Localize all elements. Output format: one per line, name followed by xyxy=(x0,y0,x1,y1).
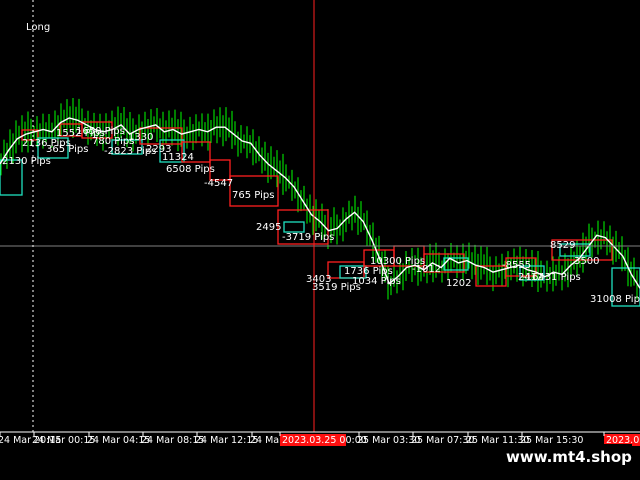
x-tick-label: 24 Mar 12:15 xyxy=(195,435,258,446)
trade-box-down xyxy=(283,221,305,233)
pip-label: 6508 Pips xyxy=(166,164,215,175)
x-tick-label: 25 Mar 07:30 xyxy=(411,435,474,446)
pip-label: 765 Pips xyxy=(232,190,274,201)
x-tick-label: 2023.03.25 00:00 xyxy=(282,435,367,446)
chart-canvas: Long 2136 Pips2130 Pips365 Pips1552 Pips… xyxy=(0,0,640,446)
pip-label: 11324 xyxy=(162,152,194,163)
pip-label: 31008 Pips xyxy=(590,294,640,305)
pip-label: 2495 xyxy=(256,222,281,233)
pip-labels: 2136 Pips2130 Pips365 Pips1552 Pips1650 … xyxy=(2,126,640,305)
pip-label: 8529 xyxy=(550,240,575,251)
pip-label: 1202 xyxy=(446,278,471,289)
mode-label: Long xyxy=(26,22,50,33)
x-tick-label: 24 Mar xyxy=(250,435,283,446)
pip-label: 365 Pips xyxy=(46,144,88,155)
pip-label: -1012 xyxy=(412,264,441,275)
x-tick-label: 24 Mar 00:15 xyxy=(32,435,95,446)
pip-label: 1034 Pips xyxy=(352,276,401,287)
pip-label: -8555 xyxy=(502,260,531,271)
pip-label: -16431 Pips xyxy=(522,272,581,283)
pip-label: 2130 Pips xyxy=(2,156,51,167)
watermark: www.mt4.shop xyxy=(506,448,632,466)
pip-label: 3500 xyxy=(574,256,599,267)
pip-label: 1330 xyxy=(128,132,153,143)
pip-label: -3719 Pips xyxy=(282,232,334,243)
pip-label: -4547 xyxy=(204,178,233,189)
